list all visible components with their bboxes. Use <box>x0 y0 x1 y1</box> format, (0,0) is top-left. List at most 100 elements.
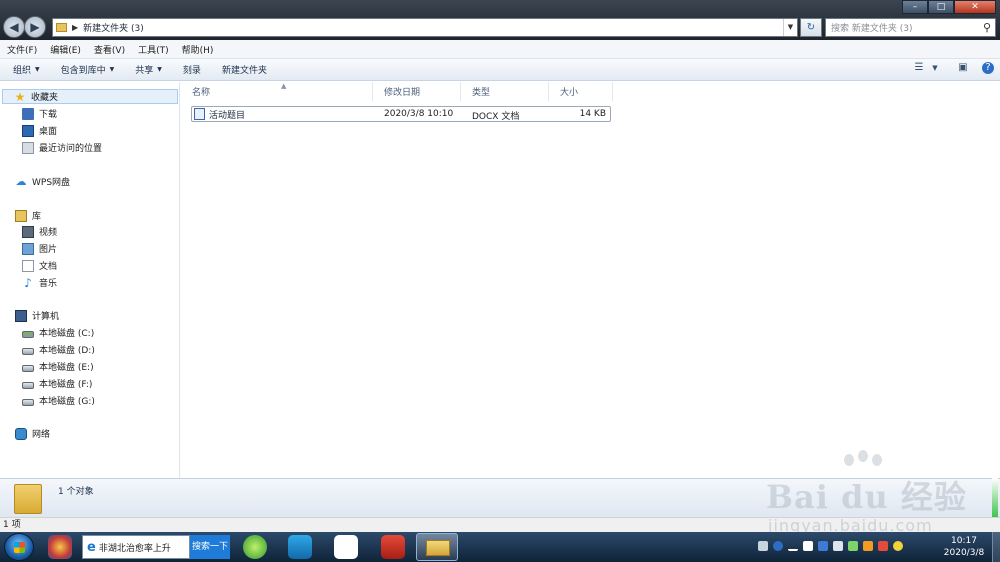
share-button[interactable]: 共享 ▼ <box>123 63 171 76</box>
help-icon[interactable] <box>773 541 783 551</box>
ie-icon: e <box>87 539 96 555</box>
nav-pictures[interactable]: 图片 <box>22 241 57 256</box>
column-header-size[interactable]: 大小 <box>549 82 613 101</box>
volume-icon[interactable] <box>878 541 888 551</box>
minimize-button[interactable]: – <box>902 0 928 14</box>
library-icon <box>15 209 27 222</box>
nav-network[interactable]: 网络 <box>15 426 50 441</box>
chevron-up-icon[interactable] <box>788 541 798 551</box>
notification-icon[interactable] <box>893 541 903 551</box>
menu-file[interactable]: 文件(F) <box>7 43 37 56</box>
chevron-right-icon[interactable]: ▶ <box>72 23 78 32</box>
maximize-button[interactable]: □ <box>928 0 954 14</box>
chevron-down-icon: ▼ <box>35 66 40 73</box>
menu-help[interactable]: 帮助(H) <box>182 43 214 56</box>
search-icon[interactable]: ⚲ <box>983 21 991 34</box>
system-tray <box>758 541 908 551</box>
preview-pane-icon[interactable]: ▣ <box>956 62 970 74</box>
menu-tools[interactable]: 工具(T) <box>138 43 169 56</box>
nav-drive-e[interactable]: 本地磁盘 (E:) <box>22 359 94 374</box>
nav-computer[interactable]: 计算机 <box>15 308 59 323</box>
nav-drive-c[interactable]: 本地磁盘 (C:) <box>22 325 94 340</box>
nav-label: 网络 <box>32 430 51 440</box>
nav-drive-g[interactable]: 本地磁盘 (G:) <box>22 393 95 408</box>
status-bar: 1 项 <box>0 517 1000 532</box>
keyboard-icon[interactable] <box>758 541 768 551</box>
nav-favorites[interactable]: ★ 收藏夹 <box>2 89 178 104</box>
view-controls: ☰ ▼ ▣ ? <box>904 62 994 74</box>
nav-drive-f[interactable]: 本地磁盘 (F:) <box>22 376 92 391</box>
show-desktop-button[interactable] <box>992 532 1000 562</box>
burn-button[interactable]: 刻录 <box>171 63 210 76</box>
chevron-down-icon: ▼ <box>109 66 115 73</box>
baidu-netdisk-icon[interactable] <box>334 535 358 559</box>
nav-desktop[interactable]: 桌面 <box>22 123 57 138</box>
bluetooth-icon[interactable] <box>818 541 828 551</box>
clock-date: 2020/3/8 <box>943 548 985 558</box>
nav-library[interactable]: 库 <box>15 208 41 223</box>
clock[interactable]: 10:17 2020/3/8 <box>940 535 988 559</box>
address-path[interactable]: 新建文件夹 (3) <box>83 21 144 34</box>
menu-bar: 文件(F) 编辑(E) 查看(V) 工具(T) 帮助(H) <box>0 40 1000 59</box>
nav-drive-d[interactable]: 本地磁盘 (D:) <box>22 342 95 357</box>
search-go-button[interactable]: 搜索一下 <box>190 535 230 559</box>
table-row[interactable]: 活动题目 2020/3/8 10:10 DOCX 文档 14 KB <box>191 106 611 122</box>
nav-label: 收藏夹 <box>31 93 59 103</box>
object-count: 1 个对象 <box>58 487 94 497</box>
nav-videos[interactable]: 视频 <box>22 224 57 239</box>
back-button[interactable]: ◀ <box>3 16 25 38</box>
explorer-taskbar-button[interactable] <box>416 533 458 561</box>
view-list-icon[interactable]: ☰ <box>912 62 926 74</box>
nav-label: 下载 <box>39 110 58 120</box>
power-icon[interactable] <box>848 541 858 551</box>
organize-button[interactable]: 组织 ▼ <box>0 63 49 76</box>
network-icon[interactable] <box>863 541 873 551</box>
nav-wps[interactable]: ☁ WPS网盘 <box>15 174 71 189</box>
address-dropdown-button[interactable]: ▼ <box>783 19 797 36</box>
cloud-icon: ☁ <box>15 174 27 188</box>
shield-icon[interactable] <box>833 541 843 551</box>
start-button[interactable] <box>4 533 34 561</box>
desktop-icon <box>22 124 34 137</box>
column-label: 类型 <box>472 88 491 98</box>
nav-downloads[interactable]: 下载 <box>22 106 57 121</box>
nav-label: 桌面 <box>39 127 58 137</box>
nav-label: WPS网盘 <box>32 178 71 188</box>
column-label: 名称 <box>192 88 211 98</box>
app-icon[interactable] <box>288 535 312 559</box>
search-input[interactable]: 搜索 新建文件夹 (3) ⚲ <box>825 18 996 37</box>
app-360-icon[interactable] <box>48 535 72 559</box>
column-header-type[interactable]: 类型 <box>461 82 549 101</box>
new-folder-button[interactable]: 新建文件夹 <box>210 63 276 76</box>
forward-button[interactable]: ▶ <box>24 16 46 38</box>
ie-search-box[interactable]: e 非湖北治愈率上升 <box>82 535 190 559</box>
address-bar[interactable]: ▶ 新建文件夹 (3) ▼ <box>52 18 798 37</box>
nav-documents[interactable]: 文档 <box>22 258 57 273</box>
file-list: ▲ 名称 修改日期 类型 大小 活动题目 2020/3/8 10:10 DOCX… <box>181 82 1000 478</box>
item-count: 1 项 <box>3 520 21 530</box>
close-button[interactable]: ✕ <box>954 0 996 14</box>
new-folder-label: 新建文件夹 <box>221 66 267 76</box>
download-folder-icon <box>22 107 34 120</box>
app-tray-icon[interactable] <box>803 541 813 551</box>
nav-music[interactable]: ♪ 音乐 <box>22 275 57 290</box>
recent-places-icon <box>22 141 34 154</box>
menu-view[interactable]: 查看(V) <box>94 43 125 56</box>
nav-recent[interactable]: 最近访问的位置 <box>22 140 102 155</box>
drive-icon <box>22 381 34 389</box>
nav-label: 本地磁盘 (G:) <box>39 397 95 407</box>
scrollbar[interactable] <box>992 478 998 518</box>
chevron-down-icon[interactable]: ▼ <box>928 62 942 74</box>
file-type: DOCX 文档 <box>472 112 520 122</box>
menu-edit[interactable]: 编辑(E) <box>50 43 81 56</box>
folder-icon <box>426 540 450 556</box>
presentation-app-icon[interactable] <box>381 535 405 559</box>
refresh-button[interactable]: ↻ <box>800 18 822 37</box>
help-icon[interactable]: ? <box>982 62 994 74</box>
browser-360-icon[interactable] <box>243 535 267 559</box>
column-header-name[interactable]: 名称 <box>181 82 373 101</box>
include-library-label: 包含到库中 <box>60 66 106 76</box>
column-header-modified[interactable]: 修改日期 <box>373 82 461 101</box>
clock-time: 10:17 <box>951 536 977 546</box>
include-library-button[interactable]: 包含到库中 ▼ <box>49 63 124 76</box>
